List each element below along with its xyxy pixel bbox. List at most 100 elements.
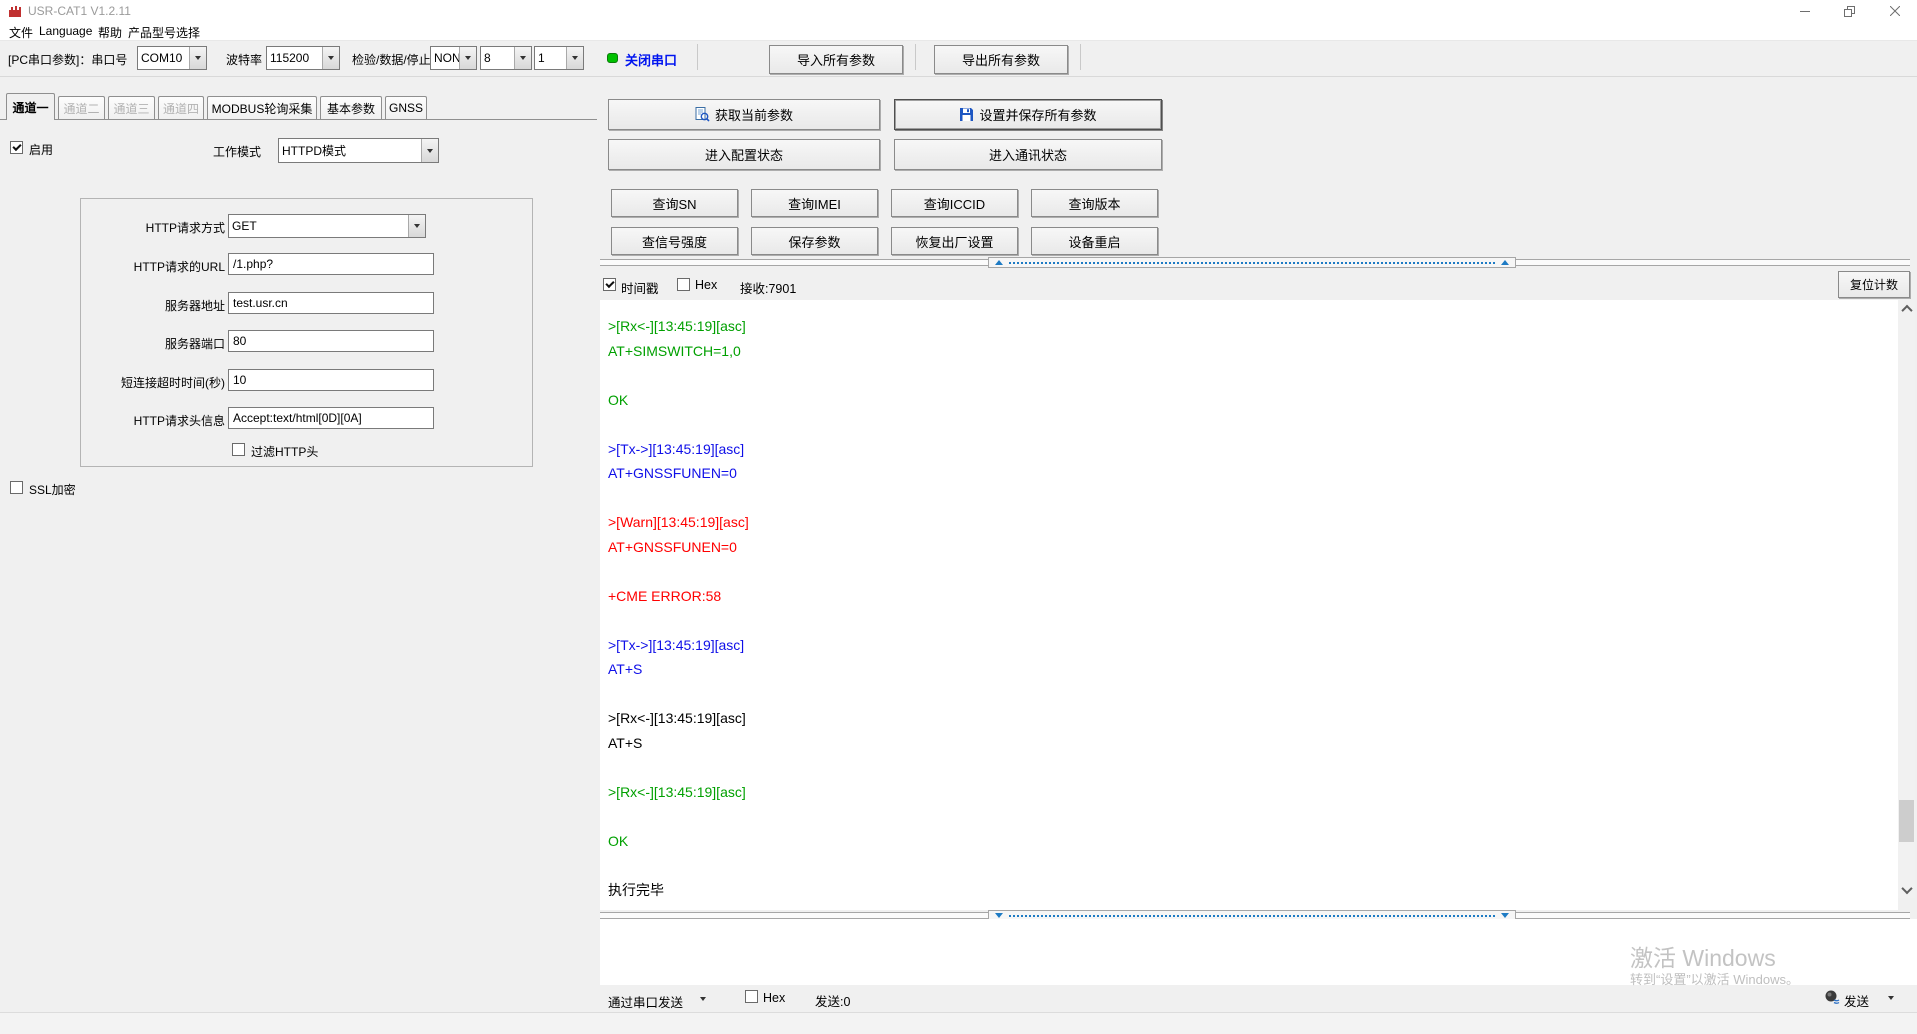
floppy-icon <box>959 107 974 122</box>
timestamp-checkbox[interactable] <box>603 278 616 291</box>
query-signal-button[interactable]: 查信号强度 <box>611 227 738 255</box>
ssl-label: SSL加密 <box>29 481 76 498</box>
work-mode-select[interactable]: HTTPD模式 <box>278 138 439 163</box>
log-line: >[Tx->][13:45:19][asc] <box>608 633 749 658</box>
send-hex-label: Hex <box>763 991 785 1005</box>
close-serial-button[interactable]: 关闭串口 <box>625 50 677 69</box>
chevron-down-icon[interactable] <box>408 215 425 237</box>
activate-windows-subtext: 转到“设置”以激活 Windows。 <box>1630 969 1799 988</box>
log-line: OK <box>608 829 749 854</box>
log-line: >[Rx<-][13:45:19][asc] <box>608 706 749 731</box>
minimize-button[interactable] <box>1782 0 1827 22</box>
reset-count-button[interactable]: 复位计数 <box>1838 271 1910 298</box>
log-line <box>608 608 749 633</box>
chevron-down-icon[interactable] <box>322 47 339 69</box>
pc-serial-label: [PC串口参数]：串口号 <box>8 51 127 68</box>
device-restart-button[interactable]: 设备重启 <box>1031 227 1158 255</box>
http-url-label: HTTP请求的URL <box>85 258 225 275</box>
chevron-down-icon[interactable] <box>1888 996 1894 1000</box>
tab-channel-3[interactable]: 通道三 <box>108 96 155 119</box>
server-addr-input[interactable]: test.usr.cn <box>228 292 434 314</box>
get-params-button[interactable]: 获取当前参数 <box>608 99 880 130</box>
tab-channel-4[interactable]: 通道四 <box>158 96 204 119</box>
menu-help[interactable]: 帮助 <box>98 24 122 41</box>
set-save-params-button[interactable]: 设置并保存所有参数 <box>894 99 1162 130</box>
tab-gnss[interactable]: GNSS <box>385 96 427 119</box>
databits-select[interactable]: 8 <box>480 46 532 70</box>
log-lines: >[Rx<-][13:45:19][asc] AT+SIMSWITCH=1,0 … <box>608 314 749 902</box>
ssl-checkbox[interactable] <box>10 481 23 494</box>
http-method-select[interactable]: GET <box>228 214 426 238</box>
chevron-down-icon[interactable] <box>189 47 206 69</box>
import-params-button[interactable]: 导入所有参数 <box>769 45 903 74</box>
chevron-down-icon <box>1901 882 1912 893</box>
enable-checkbox[interactable] <box>10 141 23 154</box>
log-line: AT+SIMSWITCH=1,0 <box>608 339 749 364</box>
tab-channel-1[interactable]: 通道一 <box>6 93 55 120</box>
log-splitter-top[interactable] <box>600 259 1910 266</box>
short-conn-timeout-label: 短连接超时时间(秒) <box>85 374 225 391</box>
app-icon <box>8 5 22 23</box>
query-imei-button[interactable]: 查询IMEI <box>751 189 878 217</box>
send-icon[interactable] <box>1824 989 1840 1005</box>
send-hex-checkbox[interactable] <box>745 990 758 1003</box>
enable-label: 启用 <box>29 141 53 158</box>
log-line: >[Tx->][13:45:19][asc] <box>608 437 749 462</box>
doc-search-icon <box>695 107 710 122</box>
splitter-collapse-handle[interactable] <box>988 257 1516 268</box>
scrollbar-thumb[interactable] <box>1899 800 1914 842</box>
filter-http-checkbox[interactable] <box>232 443 245 456</box>
query-iccid-button[interactable]: 查询ICCID <box>891 189 1018 217</box>
chevron-down-icon[interactable] <box>459 47 476 69</box>
send-via-serial-dropdown[interactable]: 通过串口发送 <box>608 992 683 1011</box>
menu-file[interactable]: 文件 <box>9 24 33 41</box>
menu-language[interactable]: Language <box>39 24 92 38</box>
query-sn-button[interactable]: 查询SN <box>611 189 738 217</box>
scroll-down-button[interactable] <box>1898 881 1915 898</box>
send-splitter[interactable] <box>600 912 1910 919</box>
log-line: >[Rx<-][13:45:19][asc] <box>608 314 749 339</box>
tab-basic-params[interactable]: 基本参数 <box>320 96 382 119</box>
chevron-down-icon[interactable] <box>421 139 438 162</box>
http-header-input[interactable]: Accept:text/html[0D][0A] <box>228 407 434 429</box>
chevron-down-icon[interactable] <box>566 47 583 69</box>
log-line <box>608 682 749 707</box>
tab-baseline <box>0 119 597 120</box>
enter-config-button[interactable]: 进入配置状态 <box>608 139 880 170</box>
send-button[interactable]: 发送 <box>1844 991 1869 1010</box>
factory-reset-button[interactable]: 恢复出厂设置 <box>891 227 1018 255</box>
http-url-input[interactable]: /1.php? <box>228 253 434 275</box>
close-button[interactable] <box>1872 0 1917 22</box>
chevron-down-icon[interactable] <box>514 47 531 69</box>
log-line: >[Rx<-][13:45:19][asc] <box>608 780 749 805</box>
query-version-button[interactable]: 查询版本 <box>1031 189 1158 217</box>
export-params-button[interactable]: 导出所有参数 <box>934 45 1068 74</box>
log-line: OK <box>608 388 749 413</box>
log-hex-label: Hex <box>695 278 717 292</box>
com-port-select[interactable]: COM10 <box>137 46 207 70</box>
scroll-up-button[interactable] <box>1898 300 1915 317</box>
stopbits-select[interactable]: 1 <box>534 46 584 70</box>
server-port-input[interactable]: 80 <box>228 330 434 352</box>
tab-modbus-poll[interactable]: MODBUS轮询采集 <box>207 96 317 119</box>
log-hex-checkbox[interactable] <box>677 278 690 291</box>
parity-select[interactable]: NONI <box>430 46 477 70</box>
tab-channel-2[interactable]: 通道二 <box>58 96 105 119</box>
enter-comm-button[interactable]: 进入通讯状态 <box>894 139 1162 170</box>
save-params-button[interactable]: 保存参数 <box>751 227 878 255</box>
menu-product-model[interactable]: 产品型号选择 <box>128 24 200 41</box>
collapse-down-icon <box>995 913 1003 918</box>
restore-button[interactable] <box>1827 0 1872 22</box>
baud-rate-select[interactable]: 115200 <box>266 46 340 70</box>
server-addr-label: 服务器地址 <box>85 297 225 314</box>
send-controls-row: 通过串口发送 Hex 发送:0 发送 <box>600 985 1917 1012</box>
filter-http-label: 过滤HTTP头 <box>251 443 318 460</box>
collapse-up-icon <box>995 260 1003 265</box>
log-line: 执行完毕 <box>608 878 749 903</box>
short-conn-timeout-input[interactable]: 10 <box>228 369 434 391</box>
log-scrollbar[interactable] <box>1898 300 1915 898</box>
serial-status-led-icon <box>607 53 618 63</box>
receive-log-area[interactable]: >[Rx<-][13:45:19][asc] AT+SIMSWITCH=1,0 … <box>600 300 1898 910</box>
log-line: AT+GNSSFUNEN=0 <box>608 535 749 560</box>
chevron-down-icon[interactable] <box>700 997 706 1001</box>
